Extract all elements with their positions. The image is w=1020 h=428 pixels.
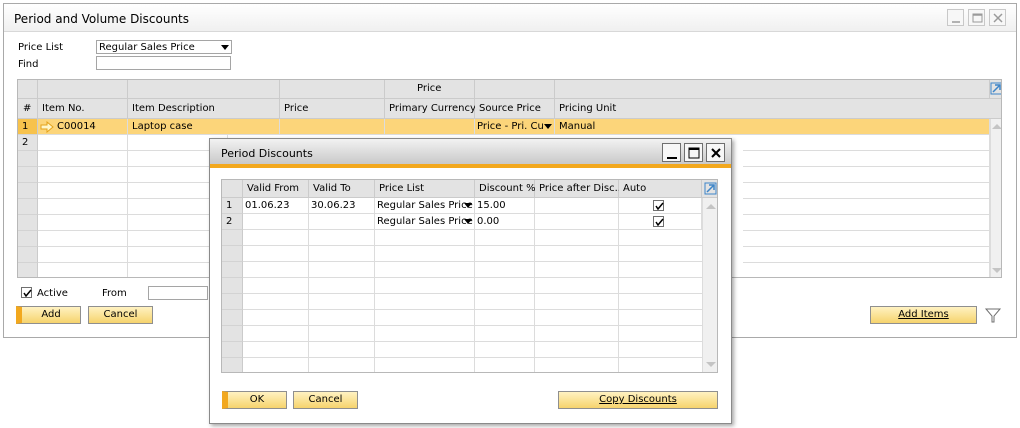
col-header-item-description[interactable]: Item Description [128,99,280,119]
item-description-cell[interactable]: Laptop case [128,119,280,135]
row-number[interactable]: 1 [222,198,243,214]
chevron-down-icon [464,219,472,224]
maximize-icon [972,13,983,23]
maximize-icon [688,147,700,159]
period-discounts-dialog: Period Discounts Valid From Valid To Pri… [209,138,732,424]
price-after-discount-cell[interactable] [535,198,619,214]
row-number[interactable]: 1 [18,119,38,135]
link-arrow-icon[interactable] [40,121,54,133]
scroll-down-icon[interactable] [706,362,716,367]
checkmark-icon [655,202,664,211]
dialog-grid-settings-button[interactable] [702,180,717,198]
price-cell[interactable] [280,119,385,135]
col-header-source-price[interactable]: Source Price [475,99,555,119]
add-items-button[interactable]: Add Items [870,306,977,324]
chevron-down-icon [464,203,472,208]
col-header-primary-currency[interactable]: Primary Currency [385,99,476,119]
minimize-button[interactable] [947,9,964,26]
chevron-down-icon [221,45,229,50]
row-number[interactable]: 2 [222,214,243,230]
dialog-title: Period Discounts [221,147,313,160]
from-input[interactable] [148,286,208,300]
col-header-num[interactable]: # [18,99,38,119]
copy-discounts-button[interactable]: Copy Discounts [558,391,718,409]
maximize-button[interactable] [968,9,985,26]
minimize-icon [952,21,960,23]
close-icon [711,148,721,158]
valid-from-cell[interactable]: 01.06.23 [243,198,309,214]
price-list-dropdown[interactable]: Regular Sales Price [96,40,232,54]
col-header-valid-from[interactable]: Valid From [243,180,309,198]
add-button[interactable]: Add [16,306,81,324]
price-group-header: Price [385,80,475,99]
close-icon [993,13,1003,23]
dialog-close-button[interactable] [706,143,725,162]
item-no-cell[interactable]: C00014 [38,119,128,135]
period-discounts-grid: Valid From Valid To Price List Discount … [221,179,718,373]
checkmark-icon [23,289,32,298]
col-header-pricing-unit[interactable]: Pricing Unit [555,99,1001,119]
col-header-price[interactable]: Price [280,99,385,119]
valid-to-cell[interactable]: 30.06.23 [309,198,375,214]
source-price-dropdown[interactable]: Price - Pri. Cu [475,119,555,135]
from-label: From [102,288,127,299]
main-titlebar: Period and Volume Discounts [4,4,1016,32]
scroll-up-icon[interactable] [992,124,1001,129]
empty-grid-area [243,230,702,372]
ok-button[interactable]: OK [222,391,287,409]
grid-settings-button[interactable] [990,80,1001,99]
auto-checkbox[interactable] [653,200,664,211]
expand-arrow-icon [990,82,1001,95]
col-header-discount[interactable]: Discount % [475,180,536,198]
find-input[interactable] [96,56,231,70]
price-after-discount-cell[interactable] [535,214,619,230]
chevron-down-icon [544,124,552,129]
scroll-up-icon[interactable] [706,204,716,209]
active-checkbox[interactable] [21,287,32,298]
dialog-grid-scrollbar[interactable] [702,198,717,372]
find-label: Find [18,59,39,70]
price-list-dropdown[interactable]: Regular Sales Price [375,214,475,230]
valid-to-cell[interactable] [309,214,375,230]
discount-cell[interactable]: 15.00 [475,198,535,214]
scroll-down-icon[interactable] [992,268,1001,273]
main-window-title: Period and Volume Discounts [14,12,190,26]
filter-button[interactable] [984,306,1002,324]
item-no-cell[interactable] [38,135,128,151]
minimize-icon [667,157,677,159]
row-number[interactable]: 2 [18,135,38,151]
col-header-price-after-discount[interactable]: Price after Disc... [535,180,624,198]
dialog-cancel-button[interactable]: Cancel [293,391,358,409]
dialog-minimize-button[interactable] [662,143,681,162]
col-header-auto[interactable]: Auto [619,180,702,198]
close-button[interactable] [989,9,1006,26]
pricing-unit-cell[interactable]: Manual [555,119,990,135]
active-label: Active [37,288,68,299]
dialog-maximize-button[interactable] [684,143,703,162]
price-list-label: Price List [18,42,64,53]
valid-from-cell[interactable] [243,214,309,230]
dialog-titlebar: Period Discounts [210,139,731,168]
auto-checkbox[interactable] [653,216,664,227]
price-list-value: Regular Sales Price [99,42,195,53]
col-header-price-list[interactable]: Price List [375,180,475,198]
col-header-item-no[interactable]: Item No. [38,99,128,119]
col-header-valid-to[interactable]: Valid To [309,180,375,198]
price-list-dropdown[interactable]: Regular Sales Price [375,198,475,214]
expand-arrow-icon [704,182,717,195]
cancel-button[interactable]: Cancel [88,306,153,324]
filter-icon [984,308,1002,323]
discount-cell[interactable]: 0.00 [475,214,535,230]
checkmark-icon [655,218,664,227]
grid-scrollbar[interactable] [990,119,1001,277]
primary-currency-cell[interactable] [385,119,475,135]
